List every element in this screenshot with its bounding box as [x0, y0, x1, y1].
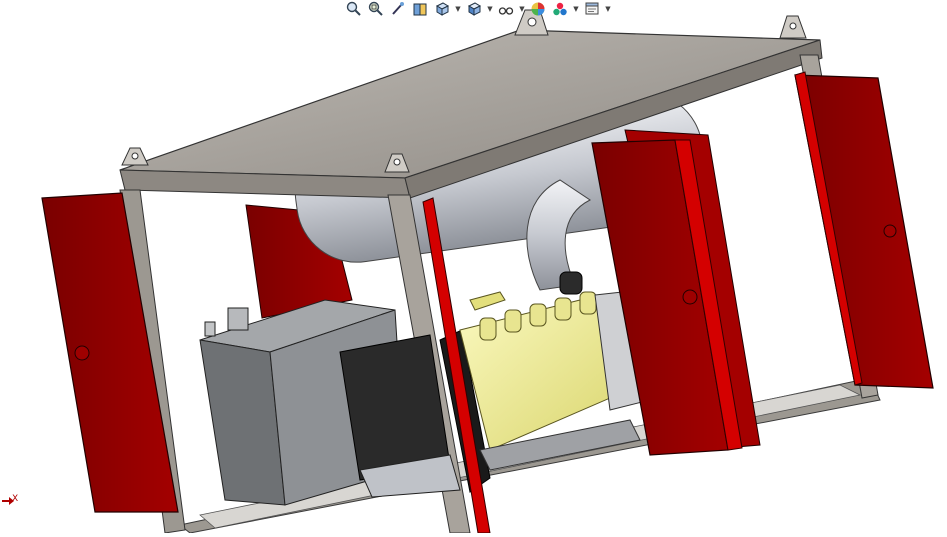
fuel-gauge [204, 321, 216, 337]
roof-panel [119, 29, 821, 179]
edit-appearance-icon[interactable] [528, 0, 548, 18]
apply-scene-icon[interactable] [550, 0, 570, 18]
previous-view-icon[interactable] [388, 0, 408, 18]
solidworks-3d-viewport[interactable] [0, 0, 947, 534]
zoom-to-fit-icon[interactable] [344, 0, 364, 18]
view-settings-dropdown-icon[interactable]: ▼ [604, 0, 612, 18]
hide-show-dropdown-icon[interactable]: ▼ [518, 0, 526, 18]
left-door-handle [74, 345, 90, 361]
far-right-door [794, 74, 934, 389]
view-orientation-dropdown-icon[interactable]: ▼ [454, 0, 462, 18]
view-orientation-icon[interactable] [432, 0, 452, 18]
fuel-filler-cap [227, 307, 249, 331]
engine-intake-pipe [469, 291, 506, 311]
display-style-dropdown-icon[interactable]: ▼ [486, 0, 494, 18]
view-settings-icon[interactable] [582, 0, 602, 18]
far-right-door-handle [883, 224, 897, 238]
apply-scene-dropdown-icon[interactable]: ▼ [572, 0, 580, 18]
section-view-icon[interactable] [410, 0, 430, 18]
right-door-handle [682, 289, 698, 305]
display-style-icon[interactable] [464, 0, 484, 18]
hide-show-items-icon[interactable] [496, 0, 516, 18]
heads-up-view-toolbar: ▼ ▼ ▼ ▼ ▼ [344, 0, 612, 18]
turbocharger [559, 271, 583, 295]
triad-x-axis-label: X [12, 494, 19, 504]
zoom-to-area-icon[interactable] [366, 0, 386, 18]
genset-enclosure-model[interactable] [0, 0, 947, 534]
